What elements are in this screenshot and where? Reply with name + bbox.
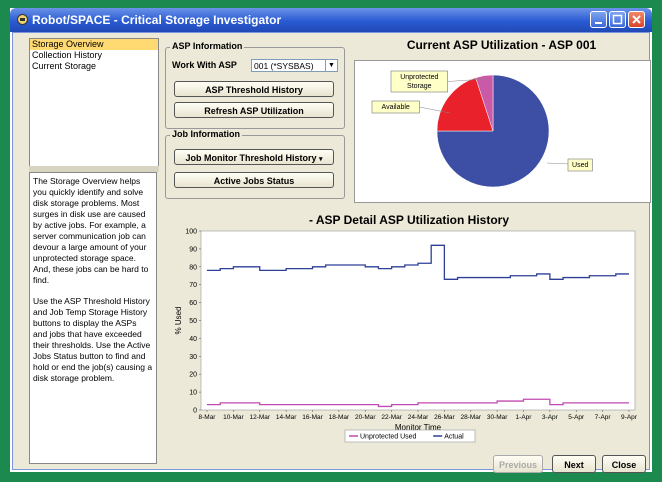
pie-label: Available	[382, 104, 410, 111]
y-tick-label: 20	[189, 372, 197, 379]
line-chart-title: - ASP Detail ASP Utilization History	[309, 213, 509, 227]
job-monitor-threshold-history-button[interactable]: Job Monitor Threshold History ▾	[174, 149, 334, 165]
maximize-icon	[612, 14, 623, 25]
x-tick-label: 7-Apr	[595, 414, 612, 421]
y-tick-label: 0	[193, 408, 197, 415]
close-button[interactable]: Close	[602, 455, 646, 473]
window-title: Robot/SPACE - Critical Storage Investiga…	[32, 13, 282, 27]
pie-chart: Used Available Unprotected Storage	[371, 70, 593, 188]
x-tick-label: 26-Mar	[434, 414, 455, 421]
close-icon	[632, 15, 641, 24]
pie-label: Used	[572, 162, 588, 169]
active-jobs-status-button[interactable]: Active Jobs Status	[174, 172, 334, 188]
x-tick-label: 14-Mar	[276, 414, 297, 421]
y-tick-label: 70	[189, 282, 197, 289]
minimize-button[interactable]	[590, 11, 607, 28]
x-tick-label: 30-Mar	[487, 414, 508, 421]
x-tick-label: 1-Apr	[516, 414, 533, 421]
title-bar[interactable]: Robot/SPACE - Critical Storage Investiga…	[10, 8, 652, 32]
legend-label: Actual	[444, 434, 464, 441]
help-paragraph: Use the ASP Threshold History and Job Te…	[33, 296, 153, 383]
line-chart: - ASP Detail ASP Utilization History 0 10 2…	[174, 213, 638, 443]
nav-item[interactable]: Collection History	[30, 50, 158, 61]
x-tick-label: 18-Mar	[329, 414, 350, 421]
previous-button[interactable]: Previous	[493, 455, 543, 473]
y-tick-label: 50	[189, 318, 197, 325]
x-tick-label: 9-Apr	[621, 414, 638, 421]
pie-label: Unprotected	[400, 74, 438, 81]
x-tick-label: 20-Mar	[355, 414, 376, 421]
minimize-icon	[595, 22, 602, 24]
x-tick-label: 16-Mar	[302, 414, 323, 421]
x-tick-label: 10-Mar	[223, 414, 244, 421]
x-tick-label: 24-Mar	[408, 414, 429, 421]
plot-area	[200, 230, 636, 411]
robot-icon	[17, 14, 28, 25]
y-tick-label: 40	[189, 336, 197, 343]
job-information-label: Job Information	[170, 129, 242, 139]
app-window: Robot/SPACE - Critical Storage Investiga…	[10, 8, 652, 473]
legend-label: Unprotected Used	[360, 434, 417, 441]
nav-item[interactable]: Storage Overview	[30, 39, 158, 50]
y-tick-label: 60	[189, 300, 197, 307]
maximize-button[interactable]	[609, 11, 626, 28]
close-window-button[interactable]	[628, 11, 645, 28]
x-tick-label: 8-Mar	[199, 414, 217, 421]
job-information-group: Job Information Job Monitor Threshold Hi…	[165, 129, 345, 199]
x-tick-label: 28-Mar	[460, 414, 481, 421]
dropdown-arrow-icon: ▾	[319, 156, 323, 163]
asp-information-label: ASP Information	[170, 41, 245, 51]
asp-select-value: 001 (*SYSBAS)	[254, 61, 314, 71]
refresh-asp-utilization-button[interactable]: Refresh ASP Utilization	[174, 102, 334, 118]
pie-chart-panel: Used Available Unprotected Storage	[354, 60, 651, 203]
chevron-down-icon[interactable]: ▼	[325, 60, 337, 71]
pie-label: Storage	[407, 83, 432, 90]
job-monitor-label: Job Monitor Threshold History	[185, 153, 317, 163]
nav-list: Storage Overview Collection History Curren…	[29, 38, 159, 168]
y-tick-label: 30	[189, 354, 197, 361]
next-button[interactable]: Next	[552, 455, 596, 473]
x-tick-label: 12-Mar	[249, 414, 270, 421]
y-axis-label: % Used	[174, 306, 183, 334]
y-tick-label: 100	[185, 229, 197, 236]
y-tick-label: 10	[189, 390, 197, 397]
pie-chart-title: Current ASP Utilization - ASP 001	[406, 38, 597, 52]
y-tick-label: 80	[189, 264, 197, 271]
asp-information-group: ASP Information Work With ASP 001 (*SYSB…	[165, 41, 345, 129]
nav-item[interactable]: Current Storage	[30, 61, 158, 72]
asp-select[interactable]: 001 (*SYSBAS) ▼	[251, 59, 338, 72]
help-text-panel: The Storage Overview helps you quickly i…	[29, 172, 157, 464]
line-chart-panel: - ASP Detail ASP Utilization History 0 10 2…	[170, 210, 648, 452]
x-tick-label: 22-Mar	[381, 414, 402, 421]
x-tick-label: 3-Apr	[542, 414, 559, 421]
asp-threshold-history-button[interactable]: ASP Threshold History	[174, 81, 334, 97]
x-tick-label: 5-Apr	[568, 414, 585, 421]
y-tick-label: 90	[189, 246, 197, 253]
help-paragraph: The Storage Overview helps you quickly i…	[33, 176, 149, 285]
work-with-asp-label: Work With ASP	[172, 60, 237, 70]
